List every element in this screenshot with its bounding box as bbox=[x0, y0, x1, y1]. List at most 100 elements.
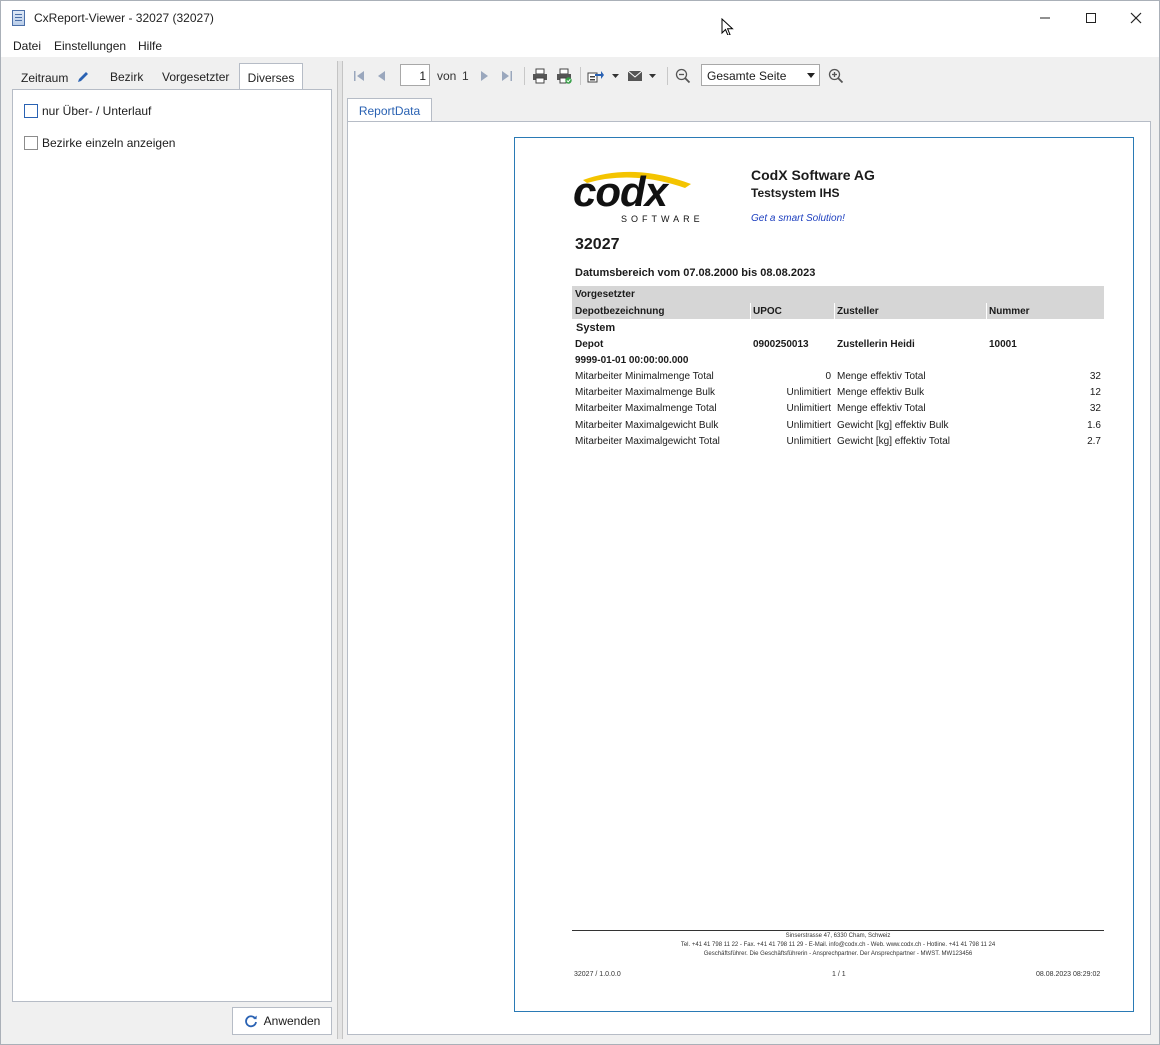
tab-vorgesetzter[interactable]: Vorgesetzter bbox=[162, 63, 229, 90]
window-title: CxReport-Viewer - 32027 (32027) bbox=[34, 11, 214, 25]
column-header-upoc: UPOC bbox=[753, 306, 782, 317]
tab-bezirk[interactable]: Bezirk bbox=[110, 63, 143, 90]
zoom-out-icon bbox=[675, 68, 691, 84]
viewer-toolbar: 1 von 1 Gesamte Seite bbox=[347, 61, 1151, 90]
group-header-band bbox=[572, 286, 1104, 303]
column-header-zusteller: Zusteller bbox=[837, 306, 879, 317]
email-button[interactable] bbox=[627, 68, 659, 84]
tab-zeitraum[interactable]: Zeitraum bbox=[21, 63, 90, 90]
option-ueber-unterlauf-label: nur Über- / Unterlauf bbox=[42, 104, 152, 118]
group-header: Vorgesetzter bbox=[575, 289, 635, 300]
apply-button-label: Anwenden bbox=[263, 1014, 321, 1028]
toolbar-separator bbox=[524, 67, 525, 85]
metric-label: Mitarbeiter Maximalmenge Bulk bbox=[575, 387, 716, 398]
app-window: CxReport-Viewer - 32027 (32027) Datei Ei… bbox=[0, 0, 1160, 1045]
footer-address: Sinserstrasse 47, 6330 Cham, Schweiz bbox=[785, 933, 891, 939]
next-page-button[interactable] bbox=[478, 68, 492, 84]
metric-name: Menge effektiv Bulk bbox=[837, 387, 925, 398]
timestamp: 9999-01-01 00:00:00.000 bbox=[575, 355, 689, 366]
zoom-select[interactable]: Gesamte Seite bbox=[701, 64, 820, 86]
zoom-select-value: Gesamte Seite bbox=[707, 69, 787, 83]
metric-value: 32 bbox=[1089, 371, 1101, 382]
minimize-icon bbox=[1040, 17, 1050, 19]
menu-einstellungen[interactable]: Einstellungen bbox=[54, 39, 126, 53]
tab-reportdata[interactable]: ReportData bbox=[347, 98, 432, 122]
quick-print-button[interactable] bbox=[556, 68, 572, 84]
zoom-in-icon bbox=[828, 68, 844, 84]
toolbar-separator bbox=[580, 67, 581, 85]
print-button[interactable] bbox=[532, 68, 548, 84]
app-icon bbox=[12, 10, 25, 26]
apply-button[interactable]: Anwenden bbox=[232, 1007, 332, 1035]
menu-datei[interactable]: Datei bbox=[13, 39, 41, 53]
footer-printed: 08.08.2023 08:29:02 bbox=[1036, 971, 1101, 978]
codx-logo: codx SOFTWARE bbox=[573, 164, 723, 230]
prev-page-button[interactable] bbox=[374, 68, 388, 84]
metric-value: 2.7 bbox=[1087, 436, 1101, 447]
option-ueber-unterlauf-checkbox[interactable] bbox=[24, 104, 38, 118]
export-icon bbox=[587, 71, 619, 83]
menu-hilfe[interactable]: Hilfe bbox=[138, 39, 162, 53]
first-page-button[interactable] bbox=[352, 68, 366, 84]
date-range: Datumsbereich vom 07.08.2000 bis 08.08.2… bbox=[575, 267, 816, 279]
page-number-input[interactable]: 1 bbox=[400, 64, 430, 86]
company-name: CodX Software AG bbox=[751, 167, 875, 183]
footer-pages: 1 / 1 bbox=[832, 971, 846, 978]
footer-version: 32027 / 1.0.0.0 bbox=[574, 971, 621, 978]
option-bezirke-einzeln-checkbox[interactable] bbox=[24, 136, 38, 150]
column-separator bbox=[986, 303, 987, 319]
metric-label: Mitarbeiter Maximalmenge Total bbox=[575, 403, 717, 414]
maximize-button[interactable] bbox=[1068, 1, 1114, 35]
next-page-icon bbox=[481, 71, 488, 81]
depot-upoc: 0900250013 bbox=[753, 339, 809, 350]
pencil-icon bbox=[77, 72, 88, 82]
footer-management: Geschäftsführer. Die Geschäftsführerin -… bbox=[703, 951, 973, 957]
footer-divider bbox=[572, 930, 1104, 931]
column-separator bbox=[750, 303, 751, 319]
metric-value: 32 bbox=[1089, 403, 1101, 414]
print-check-icon bbox=[557, 68, 572, 84]
report-page: codx SOFTWARE CodX Software AG Testsyste… bbox=[514, 137, 1134, 1012]
group-name: System bbox=[576, 322, 616, 334]
option-bezirke-einzeln[interactable]: Bezirke einzeln anzeigen bbox=[24, 136, 175, 150]
report-number: 32027 bbox=[575, 236, 620, 253]
email-icon bbox=[627, 70, 656, 81]
depot-zusteller: Zustellerin Heidi bbox=[837, 339, 915, 350]
menu-bar: Datei Einstellungen Hilfe bbox=[1, 35, 1159, 57]
export-button[interactable] bbox=[587, 68, 619, 84]
panel-splitter[interactable] bbox=[337, 61, 343, 1039]
refresh-icon bbox=[244, 1015, 257, 1028]
tab-zeitraum-label: Zeitraum bbox=[21, 71, 69, 85]
column-header-nummer: Nummer bbox=[989, 306, 1030, 317]
logo-subtitle: SOFTWARE bbox=[621, 214, 704, 224]
logo-word: codx bbox=[573, 168, 668, 215]
metric-label: Mitarbeiter Maximalgewicht Bulk bbox=[575, 420, 719, 431]
depot-nummer: 10001 bbox=[989, 339, 1017, 350]
column-header-depot: Depotbezeichnung bbox=[575, 306, 665, 317]
page-of-label: von bbox=[437, 69, 457, 83]
option-bezirke-einzeln-label: Bezirke einzeln anzeigen bbox=[42, 136, 176, 150]
metric-limit: Unlimitiert bbox=[786, 403, 831, 414]
close-button[interactable] bbox=[1113, 1, 1159, 35]
chevron-down-icon bbox=[807, 73, 815, 78]
minimize-button[interactable] bbox=[1022, 1, 1068, 35]
printer-icon bbox=[533, 68, 547, 84]
maximize-icon bbox=[1086, 13, 1096, 23]
metric-value: 12 bbox=[1089, 387, 1101, 398]
option-ueber-unterlauf[interactable]: nur Über- / Unterlauf bbox=[24, 104, 151, 118]
metric-value: 1.6 bbox=[1087, 420, 1101, 431]
metric-limit: 0 bbox=[825, 371, 831, 382]
metric-name: Gewicht [kg] effektiv Bulk bbox=[837, 420, 949, 431]
tab-diverses[interactable]: Diverses bbox=[239, 63, 303, 91]
slogan: Get a smart Solution! bbox=[751, 213, 845, 224]
first-page-icon bbox=[354, 71, 364, 81]
metric-limit: Unlimitiert bbox=[786, 387, 831, 398]
metric-name: Menge effektiv Total bbox=[837, 371, 926, 382]
last-page-button[interactable] bbox=[500, 68, 514, 84]
metric-label: Mitarbeiter Maximalgewicht Total bbox=[575, 436, 720, 447]
toolbar-separator bbox=[667, 67, 668, 85]
zoom-in-button[interactable] bbox=[828, 68, 844, 84]
close-icon bbox=[1130, 12, 1142, 24]
metric-limit: Unlimitiert bbox=[786, 420, 831, 431]
zoom-out-button[interactable] bbox=[675, 68, 691, 84]
